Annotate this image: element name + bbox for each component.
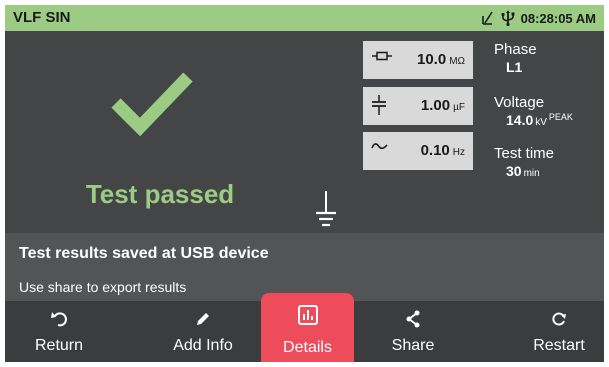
- pencil-icon: [153, 310, 253, 328]
- restart-icon: [509, 310, 604, 328]
- resistor-icon: [371, 49, 393, 68]
- test-time-value: 30: [506, 163, 522, 179]
- app-title: VLF SIN: [13, 9, 71, 26]
- message-panel: Test results saved at USB device Use sha…: [5, 233, 604, 301]
- share-icon: [363, 310, 463, 328]
- bottom-toolbar: Return Add Info Details Share Restart: [5, 293, 604, 362]
- vlf-test-screen: VLF SIN 08:28:05 AM Test passed 10.0 MΩ …: [5, 5, 604, 362]
- frequency-readout: 0.10 Hz: [363, 132, 473, 170]
- frequency-value: 0.10: [420, 142, 450, 159]
- phase-label: Phase: [494, 41, 537, 58]
- voltage-label: Voltage: [494, 94, 545, 111]
- phase-value: L1: [506, 59, 523, 75]
- test-time-unit: min: [523, 168, 540, 179]
- resistance-value: 10.0: [416, 51, 447, 68]
- resistance-readout: 10.0 MΩ: [363, 41, 473, 79]
- capacitance-unit: µF: [453, 102, 465, 113]
- phase-info: Phase L1: [494, 41, 537, 75]
- voltage-info: Voltage 14.0 kV PEAK: [494, 94, 573, 128]
- message-title: Test results saved at USB device: [19, 245, 269, 262]
- capacitor-icon: [371, 95, 387, 120]
- capacitance-value: 1.00: [420, 97, 451, 114]
- bar-chart-icon: [261, 305, 354, 325]
- clock-time: 08:28:05 AM: [520, 10, 596, 26]
- ground-icon: [314, 189, 338, 236]
- title-bar: VLF SIN 08:28:05 AM: [5, 5, 604, 31]
- return-label: Return: [34, 337, 84, 354]
- undo-arrow-icon: [9, 310, 109, 328]
- status-area: 08:28:05 AM: [481, 10, 596, 26]
- test-time-info: Test time 30 min: [494, 145, 554, 179]
- voltage-unit: kV: [535, 117, 547, 128]
- voltage-qualifier: PEAK: [548, 112, 573, 122]
- test-status-text: Test passed: [85, 179, 235, 209]
- details-label: Details: [283, 339, 332, 356]
- checkmark-icon: [110, 69, 194, 142]
- restart-label: Restart: [533, 337, 585, 354]
- test-result-panel: Test passed 10.0 MΩ 1.00 µF 0.10 Hz Phas…: [5, 31, 604, 233]
- frequency-unit: Hz: [452, 147, 465, 158]
- usb-icon: [501, 10, 515, 26]
- details-button[interactable]: Details: [261, 293, 354, 362]
- share-label: Share: [391, 337, 435, 354]
- sine-wave-icon: [371, 140, 389, 159]
- return-button[interactable]: Return: [9, 301, 109, 362]
- share-button[interactable]: Share: [363, 301, 463, 362]
- restart-button[interactable]: Restart: [509, 301, 604, 362]
- message-subtitle: Use share to export results: [19, 279, 187, 295]
- signal-icon: [481, 10, 495, 26]
- add-info-button[interactable]: Add Info: [153, 301, 253, 362]
- test-time-label: Test time: [494, 145, 555, 162]
- capacitance-readout: 1.00 µF: [363, 87, 473, 125]
- voltage-value: 14.0: [506, 112, 534, 128]
- add-info-label: Add Info: [173, 337, 233, 354]
- resistance-unit: MΩ: [449, 56, 465, 67]
